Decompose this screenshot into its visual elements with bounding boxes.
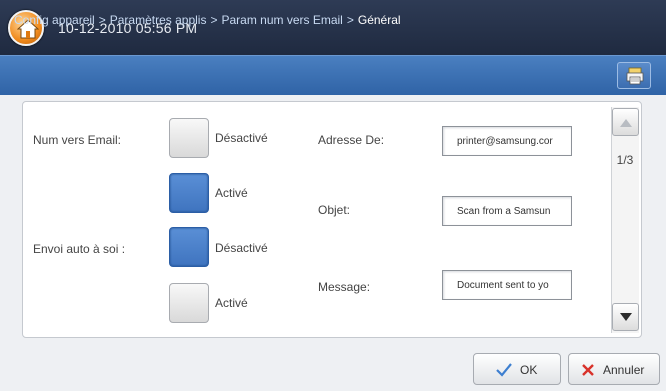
checkmark-icon (496, 363, 512, 377)
breadcrumb-item-param-num-vers-email[interactable]: Param num vers Email (221, 13, 342, 27)
breadcrumb-bar (0, 55, 666, 95)
job-status-button[interactable] (617, 62, 651, 89)
arrow-up-icon (620, 119, 632, 127)
message-label: Message: (318, 280, 371, 294)
cross-icon (582, 364, 594, 376)
envoi-auto-off-label: Désactivé (215, 241, 268, 255)
breadcrumb: Config appareil > Paramètres applis > Param … (14, 13, 401, 27)
job-status-icon (626, 67, 644, 85)
breadcrumb-item-config-appareil[interactable]: Config appareil (14, 13, 95, 27)
num-vers-email-off-label: Désactivé (215, 131, 268, 145)
breadcrumb-separator: > (210, 13, 218, 27)
ok-label: OK (520, 363, 538, 377)
num-vers-email-off-toggle[interactable] (169, 118, 209, 158)
breadcrumb-item-general: Général (357, 13, 401, 27)
objet-field[interactable]: Scan from a Samsun (442, 196, 572, 226)
adresse-de-label: Adresse De: (318, 133, 385, 147)
envoi-auto-on-label: Activé (215, 296, 248, 310)
message-field[interactable]: Document sent to yo (442, 270, 572, 300)
breadcrumb-item-parametres-applis[interactable]: Paramètres applis (110, 13, 207, 27)
envoi-auto-off-toggle[interactable] (169, 227, 209, 267)
cancel-label: Annuler (603, 363, 645, 377)
scroll-down-button[interactable] (612, 303, 639, 331)
breadcrumb-separator: > (98, 13, 106, 27)
envoi-auto-label: Envoi auto à soi : (33, 242, 126, 256)
objet-label: Objet: (318, 203, 351, 217)
scrollbar[interactable] (611, 107, 639, 333)
num-vers-email-label: Num vers Email: (33, 133, 122, 147)
cancel-button[interactable]: Annuler (568, 353, 660, 385)
arrow-down-icon (620, 313, 632, 321)
num-vers-email-on-toggle[interactable] (169, 173, 209, 213)
adresse-de-field[interactable]: printer@samsung.cor (442, 126, 572, 156)
page-indicator: 1/3 (616, 153, 634, 167)
breadcrumb-separator: > (346, 13, 354, 27)
num-vers-email-on-label: Activé (215, 186, 248, 200)
envoi-auto-on-toggle[interactable] (169, 283, 209, 323)
scroll-up-button[interactable] (612, 108, 639, 136)
ok-button[interactable]: OK (473, 353, 561, 385)
